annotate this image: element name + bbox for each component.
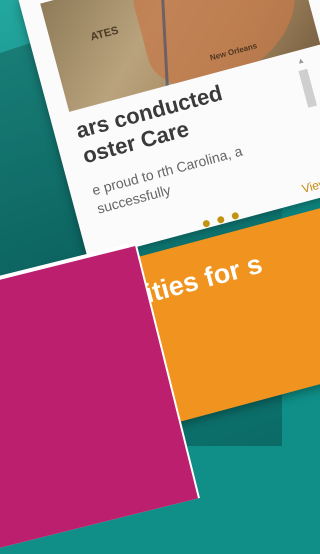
scroll-thumb[interactable] — [298, 68, 318, 108]
carousel-dots — [202, 211, 240, 228]
card-scrollbar[interactable]: ▲ ▼ — [295, 55, 320, 164]
map-label-states: ATES — [89, 24, 120, 44]
scroll-up-icon[interactable]: ▲ — [296, 55, 306, 66]
carousel-dot[interactable] — [216, 215, 226, 225]
carousel-dot[interactable] — [202, 219, 211, 228]
carousel-dot[interactable] — [231, 211, 240, 221]
view-all-link[interactable]: View All — [300, 172, 320, 196]
